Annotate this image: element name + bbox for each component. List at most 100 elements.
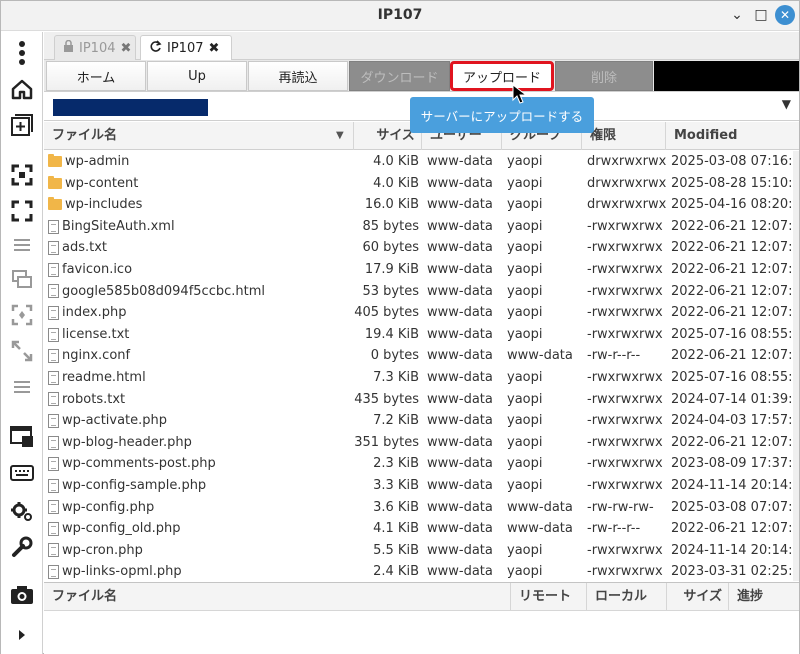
table-row[interactable]: wp-blog-header.php 351 bytes www-data yaopi… xyxy=(44,432,799,454)
upload-button[interactable]: アップロード xyxy=(450,61,554,91)
minimize-button[interactable]: ⌄ xyxy=(727,5,747,25)
file-name-cell: BingSiteAuth.xml xyxy=(48,216,368,238)
table-row[interactable]: wp-activate.php 7.2 KiB www-data yaopi -rwxr… xyxy=(44,410,799,432)
reload-button[interactable]: 再読込 xyxy=(248,61,348,91)
file-toolbar: ホーム Up 再読込 ダウンロード アップロード 削除 xyxy=(44,60,799,92)
table-row[interactable]: wp-includes 16.0 KiB www-data yaopi drwxrwxr… xyxy=(44,194,799,216)
file-size: 3.3 KiB xyxy=(373,477,419,493)
file-permissions: -rwxrwxrwx xyxy=(587,564,663,580)
file-name: wp-config_old.php xyxy=(62,521,181,537)
new-connection-icon[interactable] xyxy=(7,110,37,140)
col-remote[interactable]: リモート xyxy=(511,583,587,611)
path-redacted xyxy=(53,99,208,116)
file-name: wp-config.php xyxy=(62,499,155,515)
path-dropdown-icon[interactable]: ▼ xyxy=(782,97,791,111)
file-name: index.php xyxy=(62,305,127,321)
file-icon xyxy=(48,327,59,342)
home-icon[interactable] xyxy=(7,74,37,104)
tab-ip107[interactable]: IP107 ✖ xyxy=(140,35,232,60)
file-user: www-data xyxy=(427,261,493,277)
shrink-icon[interactable] xyxy=(7,300,37,330)
file-name-cell: license.txt xyxy=(48,324,368,346)
file-group: yaopi xyxy=(507,305,543,321)
col-transfer-size[interactable]: サイズ xyxy=(667,583,729,611)
file-permissions: -rw-r--r-- xyxy=(587,348,641,364)
file-modified: 2023-08-09 17:37:54 xyxy=(671,456,799,472)
file-name: robots.txt xyxy=(62,391,126,407)
table-row[interactable]: favicon.ico 17.9 KiB www-data yaopi -rwxrwxr… xyxy=(44,259,799,281)
list-icon-2[interactable] xyxy=(7,372,37,402)
table-row[interactable]: index.php 405 bytes www-data yaopi -rwxrwxrw… xyxy=(44,302,799,324)
file-group: yaopi xyxy=(507,564,543,580)
download-button[interactable]: ダウンロード xyxy=(349,61,450,91)
file-permissions: drwxrwxrwx xyxy=(587,175,667,191)
home-button[interactable]: ホーム xyxy=(46,61,146,91)
file-modified: 2022-06-21 12:07:32 xyxy=(671,434,799,450)
table-row[interactable]: wp-admin 4.0 KiB www-data yaopi drwxrwxrwx 20… xyxy=(44,151,799,173)
expand-icon[interactable] xyxy=(7,336,37,366)
file-name: wp-config-sample.php xyxy=(62,477,207,493)
file-icon xyxy=(48,521,59,536)
up-button[interactable]: Up xyxy=(147,61,247,91)
table-row[interactable]: robots.txt 435 bytes www-data yaopi -rwxrwxr… xyxy=(44,389,799,411)
col-modified[interactable]: Modified xyxy=(666,122,799,150)
table-row[interactable]: wp-config-sample.php 3.3 KiB www-data yaopi… xyxy=(44,475,799,497)
table-row[interactable]: wp-config.php 3.6 KiB www-data www-data -rw-… xyxy=(44,497,799,519)
file-name: wp-blog-header.php xyxy=(62,434,192,450)
file-group: yaopi xyxy=(507,175,543,191)
vertical-scrollbar[interactable] xyxy=(793,151,799,581)
menu-dots-icon[interactable] xyxy=(7,38,37,68)
expand-arrow-icon[interactable] xyxy=(7,620,37,650)
maximize-button[interactable]: □ xyxy=(751,5,771,25)
file-modified: 2022-06-21 12:07:32 xyxy=(671,240,799,256)
table-row[interactable]: ads.txt 60 bytes www-data yaopi -rwxrwxrwx 20… xyxy=(44,237,799,259)
file-permissions: -rw-rw-rw- xyxy=(587,499,654,515)
table-row[interactable]: nginx.conf 0 bytes www-data www-data -rw-r--… xyxy=(44,345,799,367)
file-group: yaopi xyxy=(507,283,543,299)
close-tab-icon[interactable]: ✖ xyxy=(209,41,220,56)
file-name-cell: wp-activate.php xyxy=(48,410,368,432)
tab-ip104[interactable]: IP104 ✖ xyxy=(54,35,136,60)
file-modified: 2025-03-08 07:16:29 xyxy=(671,154,799,169)
col-perm[interactable]: 権限 xyxy=(582,122,666,150)
table-row[interactable]: wp-comments-post.php 2.3 KiB www-data yaopi… xyxy=(44,453,799,475)
remote-desktop-icon[interactable] xyxy=(7,422,37,452)
file-permissions: -rwxrwxrwx xyxy=(587,456,663,472)
file-group: yaopi xyxy=(507,413,543,429)
focus-icon[interactable] xyxy=(7,160,37,190)
file-name-cell: ads.txt xyxy=(48,237,368,259)
keyboard-icon[interactable] xyxy=(7,458,37,488)
table-row[interactable]: wp-cron.php 5.5 KiB www-data yaopi -rwxrwxrw… xyxy=(44,540,799,562)
col-name[interactable]: ファイル名 xyxy=(44,122,354,150)
table-row[interactable]: readme.html 7.3 KiB www-data yaopi -rwxrwxrw… xyxy=(44,367,799,389)
file-group: yaopi xyxy=(507,326,543,342)
wrench-icon[interactable] xyxy=(7,532,37,562)
table-row[interactable]: wp-config_old.php 4.1 KiB www-data www-data… xyxy=(44,518,799,540)
table-row[interactable]: license.txt 19.4 KiB www-data yaopi -rwxrwxr… xyxy=(44,324,799,346)
file-user: www-data xyxy=(427,542,493,558)
close-tab-icon[interactable]: ✖ xyxy=(121,41,132,56)
file-name: license.txt xyxy=(62,326,130,342)
file-size: 3.6 KiB xyxy=(373,499,419,515)
close-window-button[interactable]: ✕ xyxy=(775,5,795,25)
col-local[interactable]: ローカル xyxy=(587,583,667,611)
refresh-icon xyxy=(149,39,162,57)
camera-icon[interactable] xyxy=(7,580,37,610)
col-progress[interactable]: 進捗 xyxy=(729,583,799,611)
file-user: www-data xyxy=(427,434,493,450)
delete-button[interactable]: 削除 xyxy=(555,61,653,91)
windows-icon[interactable] xyxy=(7,264,37,294)
file-name-cell: readme.html xyxy=(48,367,368,389)
list-icon[interactable] xyxy=(7,230,37,260)
col-transfer-name[interactable]: ファイル名 xyxy=(44,583,511,611)
sort-down-icon[interactable]: ▼ xyxy=(336,130,344,141)
file-size: 4.0 KiB xyxy=(373,175,419,191)
file-permissions: -rwxrwxrwx xyxy=(587,434,663,450)
file-name: nginx.conf xyxy=(62,348,131,364)
fullscreen-icon[interactable] xyxy=(7,196,37,226)
settings-gears-icon[interactable] xyxy=(7,496,37,526)
table-row[interactable]: google585b08d094f5ccbc.html 53 bytes www-d… xyxy=(44,281,799,303)
table-row[interactable]: wp-content 4.0 KiB www-data yaopi drwxrwxrwx… xyxy=(44,173,799,195)
table-row[interactable]: BingSiteAuth.xml 85 bytes www-data yaopi -rw… xyxy=(44,216,799,238)
table-row[interactable]: wp-links-opml.php 2.4 KiB www-data yaopi -rw… xyxy=(44,561,799,581)
